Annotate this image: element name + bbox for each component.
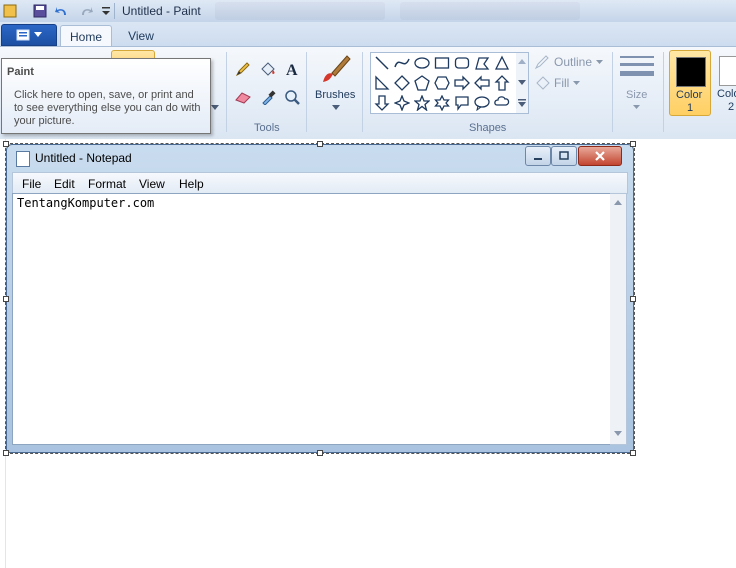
- color-1-swatch: [676, 57, 706, 87]
- brush-icon: [323, 55, 351, 82]
- outline-icon: [534, 55, 549, 70]
- fill-label: Fill: [554, 76, 570, 90]
- background-window-blur: [215, 2, 385, 20]
- text-icon[interactable]: A: [281, 58, 303, 80]
- right-arrow-shape-icon[interactable]: [452, 73, 471, 92]
- undo-icon[interactable]: [54, 3, 70, 19]
- shapes-group-label: Shapes: [469, 122, 507, 134]
- line-shape-icon[interactable]: [372, 53, 391, 72]
- resize-handle[interactable]: [317, 141, 323, 147]
- group-separator: [226, 52, 227, 132]
- paint-menu-icon: [16, 29, 30, 41]
- chevron-down-icon: [596, 59, 604, 64]
- chevron-down-icon: [633, 105, 640, 109]
- chevron-down-icon: [332, 105, 340, 110]
- paint-menu-tooltip: Paint Click here to open, save, or print…: [1, 58, 211, 134]
- chevron-down-icon[interactable]: [518, 80, 526, 86]
- redo-icon[interactable]: [78, 3, 94, 19]
- color-1-number: 1: [687, 102, 694, 114]
- line-width-icon: [620, 56, 654, 76]
- rounded-callout-shape-icon[interactable]: [452, 93, 471, 112]
- title-separator: [114, 3, 115, 19]
- color-1-button[interactable]: Color 1: [669, 50, 711, 116]
- oval-shape-icon[interactable]: [412, 53, 431, 72]
- diamond-shape-icon[interactable]: [392, 73, 411, 92]
- resize-handle[interactable]: [630, 296, 636, 302]
- brushes-label: Brushes: [315, 89, 356, 101]
- chevron-down-icon[interactable]: [211, 100, 219, 114]
- size-label: Size: [626, 89, 648, 101]
- right-triangle-shape-icon[interactable]: [372, 73, 391, 92]
- resize-handle[interactable]: [630, 450, 636, 456]
- group-separator: [362, 52, 363, 132]
- save-icon[interactable]: [32, 3, 48, 19]
- rounded-rectangle-shape-icon[interactable]: [452, 53, 471, 72]
- polygon-shape-icon[interactable]: [472, 53, 491, 72]
- triangle-shape-icon[interactable]: [492, 53, 511, 72]
- chevron-down-icon: [573, 80, 581, 85]
- tools-group-label: Tools: [254, 122, 280, 134]
- resize-handle[interactable]: [630, 141, 636, 147]
- fill-button[interactable]: Fill: [534, 75, 581, 91]
- color-picker-icon[interactable]: [257, 86, 279, 108]
- four-point-star-shape-icon[interactable]: [392, 93, 411, 112]
- magnifier-icon[interactable]: [281, 86, 303, 108]
- cloud-callout-shape-icon[interactable]: [492, 93, 511, 112]
- group-separator: [663, 52, 664, 132]
- hexagon-shape-icon[interactable]: [432, 73, 451, 92]
- tooltip-title: Paint: [7, 66, 34, 78]
- fill-bucket-icon[interactable]: [257, 58, 279, 80]
- chevron-down-icon: [34, 32, 42, 37]
- left-arrow-shape-icon[interactable]: [472, 73, 491, 92]
- tab-view[interactable]: View: [116, 25, 166, 46]
- curve-shape-icon[interactable]: [392, 53, 411, 72]
- resize-handle[interactable]: [3, 450, 9, 456]
- shapes-gallery: [370, 52, 518, 114]
- chevron-up-icon[interactable]: [518, 59, 526, 65]
- fill-bucket-icon: [536, 76, 550, 90]
- tooltip-body: Click here to open, save, or print and t…: [14, 89, 201, 127]
- window-title: Untitled - Paint: [122, 4, 201, 18]
- pencil-icon[interactable]: [232, 58, 254, 80]
- brushes-button[interactable]: Brushes: [315, 52, 356, 112]
- title-bar: Untitled - Paint: [0, 0, 736, 23]
- resize-handle[interactable]: [3, 141, 9, 147]
- six-point-star-shape-icon[interactable]: [432, 93, 451, 112]
- outline-button[interactable]: Outline: [534, 54, 604, 70]
- color-2-button[interactable]: Colo 2: [716, 50, 736, 114]
- size-button[interactable]: Size: [618, 52, 656, 112]
- selection-rectangle[interactable]: [5, 143, 635, 454]
- outline-label: Outline: [554, 55, 593, 69]
- shapes-scrollbar[interactable]: [516, 52, 529, 114]
- expand-gallery-icon[interactable]: [518, 99, 526, 107]
- background-window-blur: [400, 2, 580, 20]
- color-2-label: Colo: [717, 88, 736, 100]
- five-point-star-shape-icon[interactable]: [412, 93, 431, 112]
- group-separator: [612, 52, 613, 132]
- pentagon-shape-icon[interactable]: [412, 73, 431, 92]
- resize-handle[interactable]: [3, 296, 9, 302]
- customize-toolbar-icon[interactable]: [98, 3, 114, 19]
- paint-app-icon[interactable]: [2, 3, 18, 19]
- color-2-number: 2: [728, 101, 735, 113]
- up-arrow-shape-icon[interactable]: [492, 73, 511, 92]
- rectangle-shape-icon[interactable]: [432, 53, 451, 72]
- oval-callout-shape-icon[interactable]: [472, 93, 491, 112]
- paint-menu-button[interactable]: [1, 24, 57, 46]
- down-arrow-shape-icon[interactable]: [372, 93, 391, 112]
- color-2-swatch: [719, 56, 736, 86]
- tab-home[interactable]: Home: [60, 25, 112, 47]
- group-separator: [306, 52, 307, 132]
- color-1-label: Color: [676, 89, 703, 101]
- eraser-icon[interactable]: [232, 86, 254, 108]
- resize-handle[interactable]: [317, 450, 323, 456]
- svg-text:A: A: [286, 62, 298, 77]
